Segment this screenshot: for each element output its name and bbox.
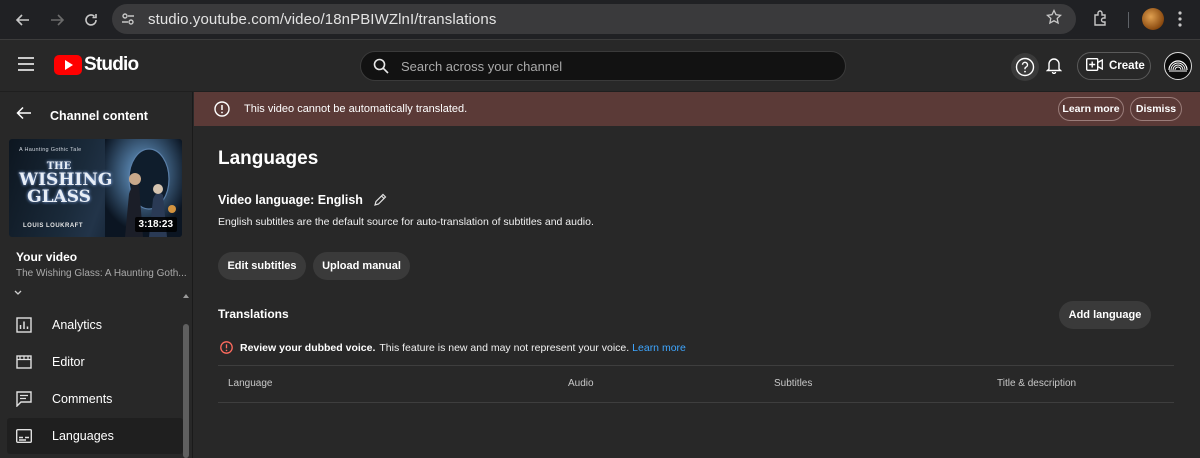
- column-header-title-description: Title & description: [997, 378, 1077, 389]
- search-input[interactable]: [401, 58, 801, 74]
- sidebar-item-label: Comments: [52, 392, 113, 406]
- thumbnail-subtitle: A Haunting Gothic Tale: [19, 147, 82, 153]
- chevron-down-icon[interactable]: [14, 288, 22, 299]
- add-language-button[interactable]: Add language: [1059, 301, 1151, 329]
- dub-notice-title: Review your dubbed voice.: [240, 341, 376, 354]
- create-button[interactable]: Create: [1077, 52, 1151, 80]
- column-header-audio: Audio: [568, 378, 594, 389]
- bookmark-star-icon[interactable]: [1045, 8, 1063, 30]
- dub-voice-notice: Review your dubbed voice. This feature i…: [220, 341, 686, 354]
- youtube-play-icon: [54, 55, 82, 75]
- translations-heading: Translations: [218, 307, 289, 321]
- search-bar[interactable]: [360, 51, 846, 81]
- create-label: Create: [1109, 60, 1145, 72]
- video-thumbnail[interactable]: A Haunting Gothic Tale THE WISHING GLASS…: [9, 139, 182, 237]
- sidebar-item-label: Analytics: [52, 318, 103, 332]
- your-video-label: Your video: [16, 250, 78, 264]
- video-language-row: Video language: English: [218, 193, 387, 207]
- channel-content-back-link[interactable]: Channel content: [16, 106, 148, 125]
- back-arrow-icon[interactable]: [16, 106, 32, 125]
- studio-header: Studio Create: [0, 40, 1200, 92]
- video-language-description: English subtitles are the default source…: [218, 216, 594, 228]
- video-duration-badge: 3:18:23: [134, 217, 177, 232]
- scrollbar-up-arrow[interactable]: [183, 294, 189, 298]
- sidebar-item-comments[interactable]: Comments: [7, 381, 183, 417]
- channel-content-label: Channel content: [50, 108, 148, 123]
- site-settings-icon[interactable]: [118, 9, 138, 29]
- thumbnail-title-line: GLASS: [27, 187, 91, 207]
- editor-icon: [16, 355, 36, 369]
- back-arrow-icon[interactable]: [12, 9, 34, 31]
- translations-table-header: Language Audio Subtitles Title & descrip…: [218, 365, 1174, 403]
- studio-logo[interactable]: Studio: [54, 54, 139, 76]
- dub-notice-text: This feature is new and may not represen…: [379, 341, 630, 354]
- forward-arrow-icon[interactable]: [46, 9, 68, 31]
- search-icon: [373, 58, 389, 74]
- learn-more-button[interactable]: Learn more: [1058, 97, 1124, 121]
- help-icon[interactable]: [1011, 53, 1039, 81]
- column-header-language: Language: [228, 378, 273, 389]
- sidebar-item-editor[interactable]: Editor: [7, 344, 183, 380]
- extensions-puzzle-icon[interactable]: [1092, 9, 1110, 32]
- main-content: Languages Video language: English Englis…: [194, 126, 1200, 458]
- toolbar-divider: [1128, 12, 1129, 28]
- sidebar-item-label: Languages: [52, 429, 114, 443]
- dismiss-button[interactable]: Dismiss: [1130, 97, 1182, 121]
- sidebar-item-languages[interactable]: Languages: [7, 418, 183, 454]
- thumbnail-title: THE WISHING GLASS: [19, 161, 112, 207]
- comments-icon: [16, 391, 36, 407]
- browser-profile-avatar[interactable]: [1142, 8, 1164, 30]
- browser-toolbar: studio.youtube.com/video/18nPBIWZlnI/tra…: [0, 0, 1200, 40]
- video-title[interactable]: The Wishing Glass: A Haunting Goth...: [16, 268, 187, 279]
- logo-text: Studio: [84, 54, 139, 75]
- thumbnail-author: LOUIS LOUKRAFT: [23, 223, 83, 229]
- banner-message: This video cannot be automatically trans…: [244, 103, 468, 115]
- hamburger-menu-icon[interactable]: [18, 57, 34, 76]
- sidebar-scrollbar[interactable]: [183, 324, 189, 458]
- upload-manual-button[interactable]: Upload manual: [313, 252, 410, 280]
- sidebar-item-analytics[interactable]: Analytics: [7, 307, 183, 343]
- account-avatar[interactable]: [1164, 52, 1192, 80]
- analytics-icon: [16, 317, 36, 333]
- edit-subtitles-button[interactable]: Edit subtitles: [218, 252, 306, 280]
- warning-banner: This video cannot be automatically trans…: [194, 92, 1200, 126]
- dub-learn-more-link[interactable]: Learn more: [632, 342, 686, 354]
- sidebar-item-label: Editor: [52, 355, 85, 369]
- reload-icon[interactable]: [80, 9, 102, 31]
- create-video-icon: [1085, 57, 1103, 74]
- browser-menu-icon[interactable]: [1178, 10, 1182, 33]
- column-header-subtitles: Subtitles: [774, 378, 813, 389]
- sidebar: Channel content A Haunting Gothic Tale T…: [0, 92, 193, 458]
- languages-icon: [16, 429, 36, 443]
- edit-pencil-icon[interactable]: [373, 193, 387, 207]
- info-alert-icon: [214, 101, 230, 117]
- video-language-label: Video language: English: [218, 193, 363, 207]
- notifications-bell-icon[interactable]: [1045, 56, 1063, 79]
- address-bar[interactable]: studio.youtube.com/video/18nPBIWZlnI/tra…: [112, 4, 1076, 34]
- page-title: Languages: [218, 148, 319, 169]
- alert-circle-icon: [220, 341, 233, 354]
- url-text[interactable]: studio.youtube.com/video/18nPBIWZlnI/tra…: [148, 11, 496, 28]
